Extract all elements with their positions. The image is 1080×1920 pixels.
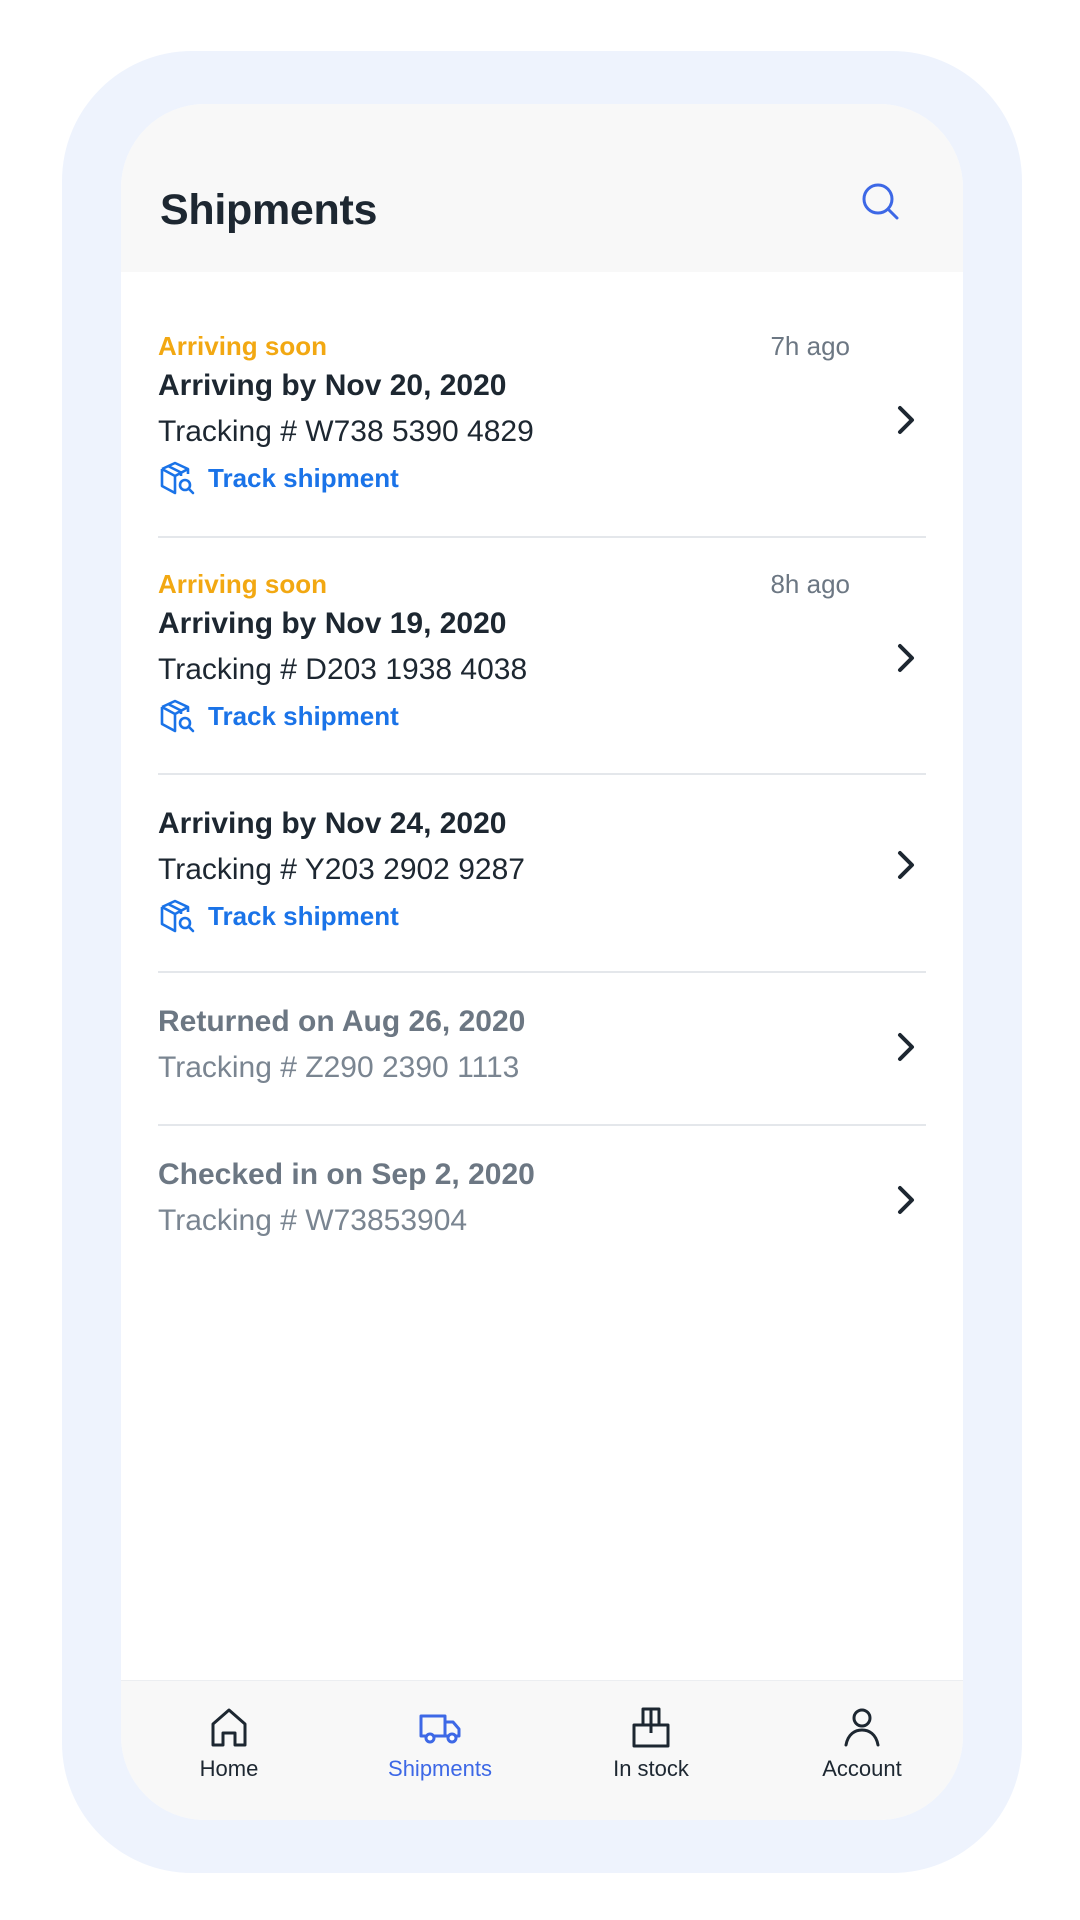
nav-item-shipments[interactable]: Shipments [360, 1703, 520, 1793]
chevron-right-icon [886, 400, 926, 440]
tracking-number: Tracking # W73853904 [158, 1204, 468, 1237]
nav-label: Home [199, 1756, 259, 1781]
shipment-item[interactable]: Arriving soon 7h ago Arriving by Nov 20,… [158, 272, 926, 536]
home-icon [211, 1708, 247, 1747]
return-date: Returned on Aug 26, 2020 [158, 1005, 526, 1038]
status-label: Arriving soon [158, 331, 328, 361]
tracking-number: Tracking # D203 1938 4038 [158, 653, 528, 686]
shipment-item[interactable]: Arriving by Nov 24, 2020 Tracking # Y203… [158, 775, 926, 971]
page-title: Shipments [160, 186, 378, 234]
chevron-right-icon [886, 1027, 926, 1067]
nav-item-account[interactable]: Account [782, 1703, 942, 1793]
track-shipment-link[interactable]: Track shipment [158, 459, 399, 497]
chevron-right-icon [886, 638, 926, 678]
shipment-item[interactable]: Returned on Aug 26, 2020 Tracking # Z290… [158, 973, 926, 1124]
arrival-date: Arriving by Nov 20, 2020 [158, 369, 507, 402]
status-label: Arriving soon [158, 569, 328, 599]
box-icon [632, 1707, 670, 1748]
arrival-date: Arriving by Nov 19, 2020 [158, 607, 507, 640]
app-header: Shipments [121, 104, 963, 272]
search-button[interactable] [853, 174, 909, 230]
nav-label: In stock [613, 1756, 689, 1781]
timestamp: 7h ago [770, 331, 850, 361]
bottom-nav: Home Shipments In stock Account [121, 1680, 963, 1820]
shipment-item[interactable]: Arriving soon 8h ago Arriving by Nov 19,… [158, 538, 926, 773]
package-search-icon [160, 699, 195, 733]
nav-label: Shipments [388, 1756, 492, 1781]
track-shipment-label: Track shipment [208, 701, 399, 731]
search-icon [862, 183, 899, 220]
nav-item-in-stock[interactable]: In stock [571, 1703, 731, 1793]
chevron-right-icon [886, 1180, 926, 1220]
timestamp: 8h ago [770, 569, 850, 599]
nav-label: Account [822, 1756, 902, 1781]
tracking-number: Tracking # Y203 2902 9287 [158, 853, 525, 886]
track-shipment-label: Track shipment [208, 901, 399, 931]
package-search-icon [160, 461, 195, 495]
track-shipment-label: Track shipment [208, 463, 399, 493]
chevron-right-icon [886, 845, 926, 885]
truck-icon [419, 1714, 461, 1744]
user-icon [844, 1708, 880, 1747]
app-screen: Shipments Arriving soon 7h ago Arriving … [121, 104, 963, 1820]
checkin-date: Checked in on Sep 2, 2020 [158, 1158, 535, 1191]
nav-item-home[interactable]: Home [149, 1703, 309, 1793]
tracking-number: Tracking # Z290 2390 1113 [158, 1051, 520, 1084]
shipment-item[interactable]: Checked in on Sep 2, 2020 Tracking # W73… [158, 1126, 926, 1276]
track-shipment-link[interactable]: Track shipment [158, 697, 399, 735]
track-shipment-link[interactable]: Track shipment [158, 897, 399, 935]
tracking-number: Tracking # W738 5390 4829 [158, 415, 534, 448]
package-search-icon [160, 899, 195, 933]
arrival-date: Arriving by Nov 24, 2020 [158, 807, 507, 840]
device-frame: Shipments Arriving soon 7h ago Arriving … [62, 51, 1022, 1873]
